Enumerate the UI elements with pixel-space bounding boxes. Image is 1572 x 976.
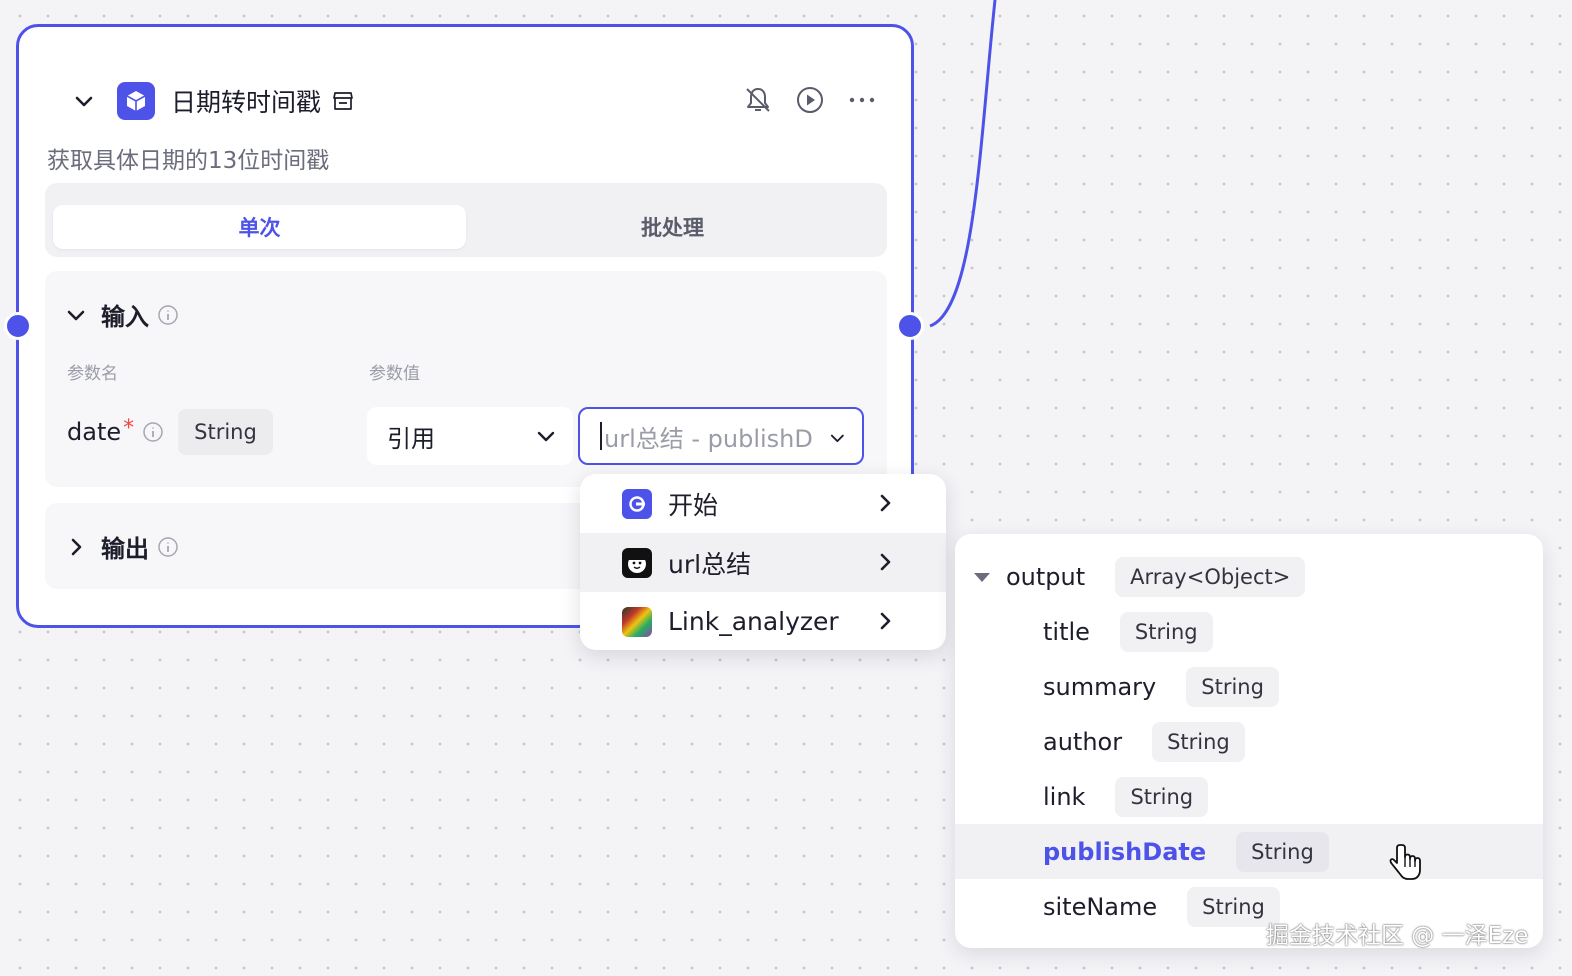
tree-row-title[interactable]: title String — [955, 604, 1543, 659]
menu-item-label: url总结 — [668, 549, 752, 579]
tree-label: author — [1043, 727, 1123, 756]
text-caret — [600, 422, 602, 450]
start-node-icon — [622, 488, 652, 519]
store-icon[interactable] — [331, 89, 355, 113]
info-icon[interactable] — [157, 536, 179, 558]
tree-label: summary — [1043, 672, 1157, 701]
chevron-right-icon — [880, 553, 891, 571]
tree-row-link[interactable]: link String — [955, 769, 1543, 824]
tree-type-tag: String — [1115, 776, 1209, 817]
input-section: 输入 参数名 参数值 date * String 引用 url总结 - publ… — [45, 271, 887, 487]
param-value-column-label: 参数值 — [369, 364, 420, 384]
param-type-tag: String — [178, 409, 273, 455]
menu-item-label: Link_analyzer — [668, 607, 839, 636]
tree-label: output — [1006, 562, 1086, 591]
play-circle-icon[interactable] — [793, 83, 827, 117]
variable-source-menu: 开始 url总结 Link_analyzer — [580, 474, 946, 650]
menu-item-link-analyzer[interactable]: Link_analyzer — [580, 592, 946, 650]
param-name: date — [67, 418, 122, 446]
info-icon[interactable] — [157, 304, 179, 326]
tree-type-tag: String — [1186, 666, 1279, 707]
more-icon[interactable] — [845, 83, 879, 117]
input-section-title: 输入 — [101, 303, 149, 331]
node-actions — [741, 83, 879, 117]
param-row-date: date * String — [67, 409, 273, 455]
ref-value-select[interactable]: url总结 - publishD — [578, 407, 864, 465]
tree-type-tag: String — [1236, 831, 1329, 872]
chevron-down-icon — [67, 310, 85, 320]
param-name-column-label: 参数名 — [67, 364, 118, 384]
output-variable-tree: output Array<Object> title String summar… — [955, 534, 1543, 948]
watermark: 掘金技术社区 @ 一泽Eze — [1266, 923, 1529, 949]
required-mark: * — [123, 415, 135, 441]
chevron-right-icon — [880, 494, 891, 512]
tree-type-tag: String — [1152, 721, 1245, 762]
tree-label: title — [1043, 617, 1090, 646]
tree-row-output[interactable]: output Array<Object> — [955, 549, 1543, 604]
notification-off-icon[interactable] — [741, 83, 775, 117]
tree-type-tag: Array<Object> — [1115, 556, 1306, 597]
menu-item-start[interactable]: 开始 — [580, 474, 946, 533]
tree-row-summary[interactable]: summary String — [955, 659, 1543, 714]
output-section-title: 输出 — [101, 535, 149, 563]
ref-mode-value: 引用 — [387, 424, 435, 453]
colorful-plugin-icon — [622, 606, 652, 637]
ref-mode-select[interactable]: 引用 — [367, 407, 573, 465]
caret-down-icon — [974, 572, 990, 582]
input-section-header[interactable]: 输入 — [65, 297, 179, 332]
info-icon[interactable] — [142, 421, 164, 443]
tree-row-publishdate[interactable]: publishDate String — [955, 824, 1543, 879]
node-header: 日期转时间戳 — [67, 77, 355, 125]
menu-item-label: 开始 — [668, 490, 719, 520]
node-title: 日期转时间戳 — [171, 88, 322, 117]
tab-single[interactable]: 单次 — [53, 205, 466, 249]
tree-label: publishDate — [1043, 837, 1207, 866]
tree-label: link — [1043, 782, 1086, 811]
tree-row-author[interactable]: author String — [955, 714, 1543, 769]
ref-value-text: url总结 - publishD — [604, 424, 813, 453]
chevron-right-icon — [71, 538, 82, 555]
tree-type-tag: String — [1119, 611, 1213, 652]
collapse-chevron-icon[interactable] — [67, 84, 101, 118]
tree-label: siteName — [1043, 892, 1158, 921]
output-port[interactable] — [896, 312, 924, 340]
chevron-right-icon — [880, 612, 891, 630]
output-section-header[interactable]: 输出 — [65, 529, 179, 564]
input-port[interactable] — [4, 312, 32, 340]
node-description: 获取具体日期的13位时间戳 — [47, 148, 330, 174]
chevron-down-icon — [537, 431, 555, 442]
bot-face-icon — [622, 547, 652, 578]
chevron-down-icon — [818, 427, 846, 449]
mode-tabs: 单次 批处理 — [45, 183, 887, 257]
tab-batch[interactable]: 批处理 — [466, 205, 879, 249]
cube-icon — [117, 82, 155, 120]
menu-item-url-summary[interactable]: url总结 — [580, 533, 946, 592]
hand-pointer-icon — [1389, 844, 1421, 880]
